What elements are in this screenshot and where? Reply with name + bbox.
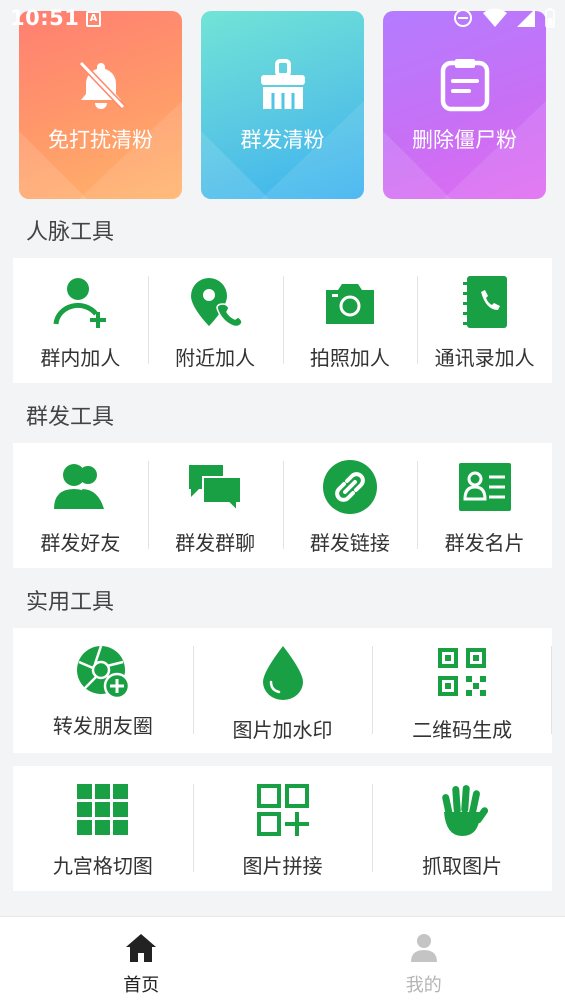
hand-icon bbox=[442, 785, 489, 836]
card-label: 删除僵尸粉 bbox=[412, 128, 517, 152]
moments-add-icon bbox=[76, 645, 131, 700]
utility-tools-panel-1: 转发朋友圈 图片加水印 二维码生成 bbox=[13, 628, 552, 753]
tool-label: 群发好友 bbox=[40, 531, 121, 555]
battery-icon bbox=[545, 8, 555, 28]
clipboard-icon bbox=[440, 59, 489, 112]
location-phone-icon bbox=[191, 278, 243, 328]
tool-label: 群发链接 bbox=[309, 531, 390, 555]
section-title-broadcast: 群发工具 bbox=[26, 405, 115, 430]
chat-bubbles-icon bbox=[189, 465, 243, 514]
users-icon bbox=[54, 464, 105, 509]
user-add-icon bbox=[53, 278, 107, 328]
status-icons bbox=[453, 8, 555, 28]
status-bar: 10:51 A bbox=[0, 0, 565, 38]
tool-image-stitch[interactable]: 图片拼接 bbox=[192, 766, 373, 891]
tool-image-watermark[interactable]: 图片加水印 bbox=[192, 628, 373, 753]
panel-divider bbox=[551, 646, 552, 734]
status-time: 10:51 bbox=[10, 6, 80, 30]
tool-share-moments[interactable]: 转发朋友圈 bbox=[13, 628, 193, 753]
card-silent-clean[interactable]: 免打扰清粉 bbox=[19, 11, 182, 199]
camera-icon bbox=[325, 284, 374, 324]
card-broadcast-clean[interactable]: 群发清粉 bbox=[201, 11, 364, 199]
tool-broadcast-card[interactable]: 群发名片 bbox=[417, 443, 552, 568]
bottom-nav: 首页 我的 bbox=[0, 916, 565, 1004]
nav-label: 我的 bbox=[405, 975, 442, 996]
tool-label: 附近加人 bbox=[175, 346, 256, 370]
tool-label: 九宫格切图 bbox=[52, 854, 153, 878]
qr-code-icon bbox=[438, 648, 487, 696]
tool-label: 转发朋友圈 bbox=[52, 714, 153, 738]
tool-photo-add[interactable]: 拍照加人 bbox=[282, 258, 418, 383]
tool-label: 群发名片 bbox=[444, 531, 525, 555]
feature-cards: 免打扰清粉 群发清粉 删除僵尸粉 bbox=[19, 11, 546, 199]
tool-label: 拍照加人 bbox=[309, 346, 390, 370]
tool-broadcast-groups[interactable]: 群发群聊 bbox=[147, 443, 283, 568]
broadcast-tools-panel: 群发好友 群发群聊 群发链接 群发名片 bbox=[13, 443, 552, 568]
link-icon bbox=[322, 460, 377, 514]
nav-profile[interactable]: 我的 bbox=[283, 917, 565, 1004]
card-label: 免打扰清粉 bbox=[48, 128, 153, 152]
nav-label: 首页 bbox=[123, 975, 160, 996]
bell-off-icon bbox=[78, 60, 125, 110]
water-drop-icon bbox=[262, 646, 303, 700]
tool-label: 抓取图片 bbox=[422, 854, 503, 878]
business-card-icon bbox=[458, 463, 511, 511]
tool-address-book-add[interactable]: 通讯录加人 bbox=[417, 258, 552, 383]
tool-label: 通讯录加人 bbox=[434, 346, 535, 370]
tool-label: 图片拼接 bbox=[242, 854, 323, 878]
section-title-contacts: 人脉工具 bbox=[26, 220, 115, 245]
card-label: 群发清粉 bbox=[240, 128, 325, 152]
card-delete-zombie[interactable]: 删除僵尸粉 bbox=[383, 11, 546, 199]
tool-label: 群发群聊 bbox=[175, 531, 256, 555]
person-icon bbox=[410, 934, 437, 962]
grid-add-icon bbox=[256, 784, 309, 836]
wifi-icon bbox=[483, 8, 507, 27]
broom-icon bbox=[260, 59, 305, 109]
section-title-utilities: 实用工具 bbox=[26, 590, 115, 615]
home-icon bbox=[126, 934, 157, 962]
tool-label: 二维码生成 bbox=[412, 718, 513, 742]
do-not-disturb-icon bbox=[454, 9, 472, 27]
tool-group-add[interactable]: 群内加人 bbox=[13, 258, 148, 383]
tool-broadcast-friends[interactable]: 群发好友 bbox=[13, 443, 148, 568]
signal-icon bbox=[517, 9, 535, 27]
grid-nine-icon bbox=[76, 784, 128, 835]
nav-home[interactable]: 首页 bbox=[0, 917, 283, 1004]
tool-label: 群内加人 bbox=[40, 346, 121, 370]
tool-nine-grid-cut[interactable]: 九宫格切图 bbox=[13, 766, 193, 891]
tool-nearby-add[interactable]: 附近加人 bbox=[147, 258, 283, 383]
tool-qr-generate[interactable]: 二维码生成 bbox=[372, 628, 552, 753]
tool-label: 图片加水印 bbox=[232, 718, 333, 742]
tool-broadcast-link[interactable]: 群发链接 bbox=[282, 443, 418, 568]
notification-icon: A bbox=[86, 11, 101, 27]
tool-grab-image[interactable]: 抓取图片 bbox=[372, 766, 552, 891]
utility-tools-panel-2: 九宫格切图 图片拼接 抓取图片 bbox=[13, 766, 552, 891]
contacts-tools-panel: 群内加人 附近加人 拍照加人 通讯录加人 bbox=[13, 258, 552, 383]
contacts-book-icon bbox=[462, 276, 507, 328]
